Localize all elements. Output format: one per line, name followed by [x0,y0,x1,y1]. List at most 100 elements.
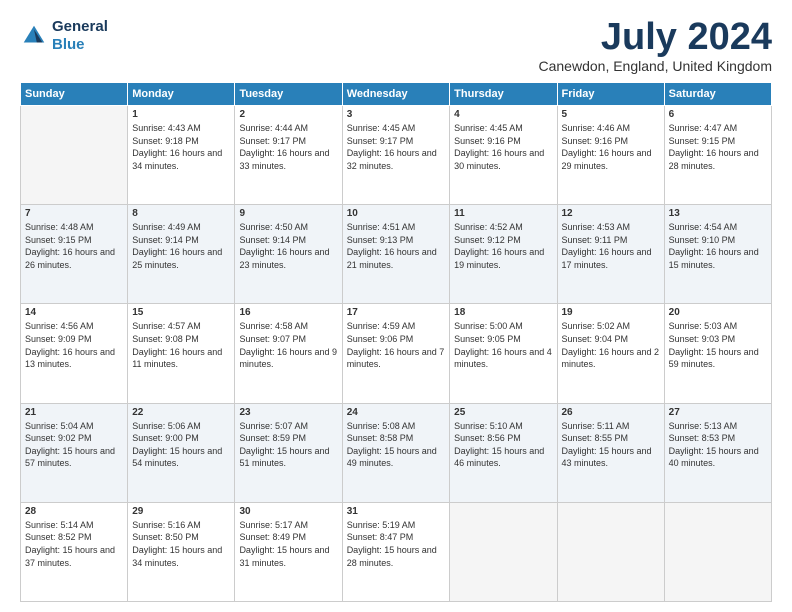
cell-info: Sunrise: 4:44 AM Sunset: 9:17 PM Dayligh… [239,122,337,172]
calendar-cell: 28Sunrise: 5:14 AM Sunset: 8:52 PM Dayli… [21,502,128,601]
cell-info: Sunrise: 4:45 AM Sunset: 9:17 PM Dayligh… [347,122,445,172]
day-header-friday: Friday [557,83,664,106]
calendar-header-row: SundayMondayTuesdayWednesdayThursdayFrid… [21,83,772,106]
calendar-cell: 24Sunrise: 5:08 AM Sunset: 8:58 PM Dayli… [342,403,449,502]
calendar-cell: 9 Sunrise: 4:50 AM Sunset: 9:14 PM Daylig… [235,205,342,304]
calendar-cell [557,502,664,601]
calendar-week-row: 14Sunrise: 4:56 AM Sunset: 9:09 PM Dayli… [21,304,772,403]
calendar-cell: 29 Sunrise: 5:16 AM Sunset: 8:50 PM Dayli… [128,502,235,601]
cell-info: Sunrise: 5:16 AM Sunset: 8:50 PM Dayligh… [132,519,230,569]
day-number: 20 [669,307,767,318]
day-number: 26 [562,407,660,418]
cell-info: Sunrise: 4:48 AM Sunset: 9:15 PM Dayligh… [25,221,123,271]
logo-general: General [52,18,108,35]
calendar-cell: 8Sunrise: 4:49 AM Sunset: 9:14 PM Daylig… [128,205,235,304]
cell-info: Sunrise: 5:04 AM Sunset: 9:02 PM Dayligh… [25,420,123,470]
cell-info: Sunrise: 4:58 AM Sunset: 9:07 PM Dayligh… [239,320,337,370]
calendar-cell: 19Sunrise: 5:02 AM Sunset: 9:04 PM Dayli… [557,304,664,403]
day-number: 8 [132,208,230,219]
location: Canewdon, England, United Kingdom [539,58,773,74]
header: General Blue July 2024 Canewdon, England… [20,18,772,74]
cell-info: Sunrise: 5:07 AM Sunset: 8:59 PM Dayligh… [239,420,337,470]
day-header-sunday: Sunday [21,83,128,106]
calendar-cell: 3 Sunrise: 4:45 AM Sunset: 9:17 PM Daylig… [342,106,449,205]
calendar-cell: 6Sunrise: 4:47 AM Sunset: 9:15 PM Daylig… [664,106,771,205]
day-number: 16 [239,307,337,318]
cell-info: Sunrise: 5:17 AM Sunset: 8:49 PM Dayligh… [239,519,337,569]
title-block: July 2024 Canewdon, England, United King… [539,18,773,74]
logo-icon [20,22,48,50]
day-number: 23 [239,407,337,418]
month-title: July 2024 [539,18,773,56]
logo: General Blue [20,18,108,54]
page: General Blue July 2024 Canewdon, England… [0,0,792,612]
calendar-cell: 20 Sunrise: 5:03 AM Sunset: 9:03 PM Dayli… [664,304,771,403]
calendar-cell: 4Sunrise: 4:45 AM Sunset: 9:16 PM Daylig… [450,106,557,205]
calendar-cell: 30 Sunrise: 5:17 AM Sunset: 8:49 PM Dayli… [235,502,342,601]
cell-info: Sunrise: 5:00 AM Sunset: 9:05 PM Dayligh… [454,320,552,370]
cell-info: Sunrise: 5:11 AM Sunset: 8:55 PM Dayligh… [562,420,660,470]
day-number: 9 [239,208,337,219]
day-number: 1 [132,109,230,120]
day-header-wednesday: Wednesday [342,83,449,106]
cell-info: Sunrise: 5:06 AM Sunset: 9:00 PM Dayligh… [132,420,230,470]
calendar-cell: 15Sunrise: 4:57 AM Sunset: 9:08 PM Dayli… [128,304,235,403]
cell-info: Sunrise: 4:53 AM Sunset: 9:11 PM Dayligh… [562,221,660,271]
day-number: 2 [239,109,337,120]
day-number: 5 [562,109,660,120]
day-number: 28 [25,506,123,517]
day-number: 29 [132,506,230,517]
calendar-week-row: 7Sunrise: 4:48 AM Sunset: 9:15 PM Daylig… [21,205,772,304]
logo-text: General Blue [52,18,108,54]
calendar-cell [664,502,771,601]
calendar-cell: 14Sunrise: 4:56 AM Sunset: 9:09 PM Dayli… [21,304,128,403]
calendar-cell: 25 Sunrise: 5:10 AM Sunset: 8:56 PM Dayli… [450,403,557,502]
calendar-cell: 12 Sunrise: 4:53 AM Sunset: 9:11 PM Dayli… [557,205,664,304]
calendar-cell: 10Sunrise: 4:51 AM Sunset: 9:13 PM Dayli… [342,205,449,304]
cell-info: Sunrise: 5:03 AM Sunset: 9:03 PM Dayligh… [669,320,767,370]
day-number: 24 [347,407,445,418]
calendar-cell: 23 Sunrise: 5:07 AM Sunset: 8:59 PM Dayli… [235,403,342,502]
cell-info: Sunrise: 4:59 AM Sunset: 9:06 PM Dayligh… [347,320,445,370]
calendar-cell [21,106,128,205]
day-number: 10 [347,208,445,219]
day-number: 12 [562,208,660,219]
cell-info: Sunrise: 4:47 AM Sunset: 9:15 PM Dayligh… [669,122,767,172]
day-number: 3 [347,109,445,120]
calendar-cell: 27 Sunrise: 5:13 AM Sunset: 8:53 PM Dayli… [664,403,771,502]
day-number: 30 [239,506,337,517]
day-number: 17 [347,307,445,318]
day-number: 31 [347,506,445,517]
calendar-cell: 22 Sunrise: 5:06 AM Sunset: 9:00 PM Dayli… [128,403,235,502]
cell-info: Sunrise: 4:46 AM Sunset: 9:16 PM Dayligh… [562,122,660,172]
cell-info: Sunrise: 4:52 AM Sunset: 9:12 PM Dayligh… [454,221,552,271]
day-number: 25 [454,407,552,418]
calendar-cell: 21 Sunrise: 5:04 AM Sunset: 9:02 PM Dayli… [21,403,128,502]
cell-info: Sunrise: 5:19 AM Sunset: 8:47 PM Dayligh… [347,519,445,569]
calendar-cell: 16 Sunrise: 4:58 AM Sunset: 9:07 PM Dayli… [235,304,342,403]
cell-info: Sunrise: 4:56 AM Sunset: 9:09 PM Dayligh… [25,320,123,370]
day-number: 19 [562,307,660,318]
calendar-cell: 1Sunrise: 4:43 AM Sunset: 9:18 PM Daylig… [128,106,235,205]
day-number: 4 [454,109,552,120]
logo-blue: Blue [52,36,85,53]
calendar-week-row: 28Sunrise: 5:14 AM Sunset: 8:52 PM Dayli… [21,502,772,601]
day-number: 27 [669,407,767,418]
cell-info: Sunrise: 5:13 AM Sunset: 8:53 PM Dayligh… [669,420,767,470]
cell-info: Sunrise: 4:50 AM Sunset: 9:14 PM Dayligh… [239,221,337,271]
calendar-cell: 17 Sunrise: 4:59 AM Sunset: 9:06 PM Dayli… [342,304,449,403]
calendar-cell: 5 Sunrise: 4:46 AM Sunset: 9:16 PM Daylig… [557,106,664,205]
day-header-thursday: Thursday [450,83,557,106]
day-number: 15 [132,307,230,318]
cell-info: Sunrise: 4:54 AM Sunset: 9:10 PM Dayligh… [669,221,767,271]
day-header-tuesday: Tuesday [235,83,342,106]
day-number: 13 [669,208,767,219]
day-number: 21 [25,407,123,418]
cell-info: Sunrise: 5:10 AM Sunset: 8:56 PM Dayligh… [454,420,552,470]
calendar-cell: 13 Sunrise: 4:54 AM Sunset: 9:10 PM Dayli… [664,205,771,304]
calendar-cell: 18Sunrise: 5:00 AM Sunset: 9:05 PM Dayli… [450,304,557,403]
calendar-cell: 2 Sunrise: 4:44 AM Sunset: 9:17 PM Daylig… [235,106,342,205]
calendar-cell: 7Sunrise: 4:48 AM Sunset: 9:15 PM Daylig… [21,205,128,304]
calendar-week-row: 1Sunrise: 4:43 AM Sunset: 9:18 PM Daylig… [21,106,772,205]
day-number: 22 [132,407,230,418]
